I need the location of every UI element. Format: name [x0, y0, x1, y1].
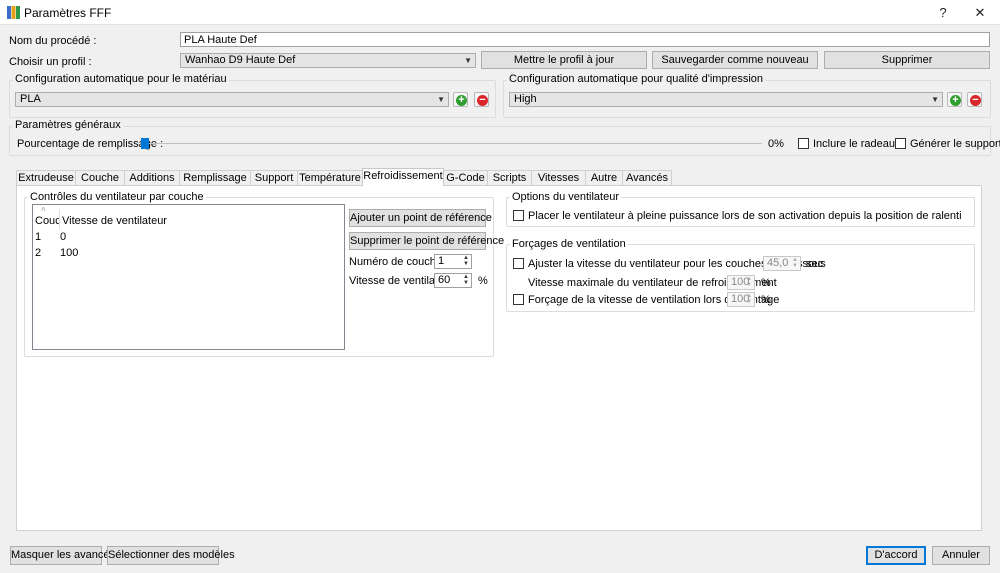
- spin-arrows-icon[interactable]: ▲ ▼: [462, 255, 470, 268]
- raft-label: Inclure le radeau: [813, 138, 895, 150]
- layer-number-label: Numéro de couche: [349, 256, 442, 268]
- full-power-checkbox[interactable]: [513, 210, 524, 221]
- table-cell: 0: [60, 231, 67, 243]
- quality-select[interactable]: High ▼: [509, 92, 943, 107]
- adjust-speed-value: 45,0: [767, 257, 789, 269]
- support-label: Générer le support: [910, 138, 1000, 150]
- cancel-button[interactable]: Annuler: [932, 546, 990, 565]
- remove-material-icon[interactable]: −: [474, 92, 489, 107]
- process-name-input[interactable]: PLA Haute Def: [180, 32, 990, 47]
- title-bar: Paramètres FFF ? ✕: [0, 0, 1000, 25]
- quality-group-title: Configuration automatique pour qualité d…: [507, 73, 766, 85]
- adjust-speed-unit: sec: [806, 258, 824, 270]
- bridge-speed-spinbox[interactable]: 100 ▲ ▼: [727, 292, 755, 307]
- update-profile-button[interactable]: Mettre le profil à jour: [481, 51, 647, 69]
- table-cell: 100: [60, 247, 79, 259]
- table-header-fan-speed[interactable]: Vitesse de ventilateur: [62, 215, 167, 227]
- tab-temperature[interactable]: Température: [297, 170, 363, 185]
- fan-speed-value: 60: [438, 274, 451, 286]
- fan-overrides-title: Forçages de ventilation: [510, 238, 628, 250]
- help-button[interactable]: ?: [923, 0, 963, 25]
- hide-advanced-button[interactable]: Masquer les avancés: [10, 546, 115, 565]
- spin-arrows-icon[interactable]: ▲ ▼: [462, 274, 470, 287]
- general-group-title: Paramètres généraux: [13, 119, 123, 131]
- material-select-value: PLA: [20, 93, 41, 105]
- spin-arrows-icon[interactable]: ▲ ▼: [745, 293, 753, 306]
- profile-select[interactable]: Wanhao D9 Haute Def ▼: [180, 53, 476, 68]
- table-row[interactable]: 1 0: [33, 231, 344, 247]
- material-select[interactable]: PLA ▼: [15, 92, 449, 107]
- tab-infill[interactable]: Remplissage: [179, 170, 251, 185]
- remove-reference-point-button[interactable]: Supprimer le point de référence: [349, 232, 504, 250]
- spin-arrows-icon[interactable]: ▲ ▼: [745, 276, 753, 289]
- spin-arrows-icon[interactable]: ▲ ▼: [791, 257, 799, 270]
- adjust-speed-spinbox[interactable]: 45,0 ▲ ▼: [763, 256, 801, 271]
- support-checkbox[interactable]: [895, 138, 906, 149]
- infill-slider-handle[interactable]: [141, 138, 149, 149]
- infill-value: 0%: [768, 138, 784, 150]
- material-group-title: Configuration automatique pour le matéri…: [13, 73, 229, 85]
- max-speed-unit: %: [761, 277, 771, 289]
- fan-speed-table[interactable]: Couc Vitesse de ventilateur ˄ 1 0 2 100: [32, 204, 345, 350]
- quality-select-value: High: [514, 93, 537, 105]
- full-power-label: Placer le ventilateur à pleine puissance…: [528, 210, 962, 222]
- chevron-down-icon: ▼: [931, 95, 939, 104]
- tab-advanced[interactable]: Avancés: [622, 170, 672, 185]
- close-button[interactable]: ✕: [960, 0, 1000, 25]
- chevron-down-icon: ▼: [464, 56, 472, 65]
- app-logo-icon: [7, 6, 20, 19]
- chevron-down-icon: ▼: [437, 95, 445, 104]
- fan-control-title: Contrôles du ventilateur par couche: [28, 191, 206, 203]
- layer-number-spinbox[interactable]: 1 ▲ ▼: [434, 254, 472, 269]
- fan-options-title: Options du ventilateur: [510, 191, 622, 203]
- process-name-label: Nom du procédé :: [9, 35, 97, 47]
- tab-scripts[interactable]: Scripts: [487, 170, 532, 185]
- table-header-layer[interactable]: Couc: [35, 215, 61, 227]
- save-as-new-button[interactable]: Sauvegarder comme nouveau: [652, 51, 818, 69]
- bridge-checkbox[interactable]: [513, 294, 524, 305]
- fan-speed-unit: %: [478, 275, 488, 287]
- window-title: Paramètres FFF: [24, 6, 112, 20]
- max-speed-spinbox[interactable]: 100 ▲ ▼: [727, 275, 755, 290]
- tab-gcode[interactable]: G-Code: [443, 170, 488, 185]
- tab-cooling[interactable]: Refroidissement: [362, 168, 444, 186]
- profile-label: Choisir un profil :: [9, 56, 92, 68]
- raft-checkbox[interactable]: [798, 138, 809, 149]
- profile-select-value: Wanhao D9 Haute Def: [185, 54, 296, 66]
- tab-extruder[interactable]: Extrudeuse: [16, 170, 76, 185]
- tab-support[interactable]: Support: [250, 170, 298, 185]
- table-cell: 1: [35, 231, 42, 243]
- sort-indicator-icon: ˄: [41, 205, 46, 214]
- tab-layer[interactable]: Couche: [75, 170, 125, 185]
- layer-number-value: 1: [438, 255, 445, 267]
- select-models-button[interactable]: Sélectionner des modèles: [107, 546, 235, 565]
- tab-other[interactable]: Autre: [585, 170, 623, 185]
- table-row[interactable]: 2 100: [33, 247, 344, 263]
- fan-speed-spinbox[interactable]: 60 ▲ ▼: [434, 273, 472, 288]
- ok-button[interactable]: D'accord: [866, 546, 926, 565]
- add-quality-icon[interactable]: +: [947, 92, 962, 107]
- add-reference-point-button[interactable]: Ajouter un point de référence: [349, 209, 492, 227]
- table-cell: 2: [35, 247, 42, 259]
- tab-additions[interactable]: Additions: [124, 170, 180, 185]
- adjust-speed-checkbox[interactable]: [513, 258, 524, 269]
- column-divider: [59, 209, 60, 229]
- delete-profile-button[interactable]: Supprimer: [824, 51, 990, 69]
- tab-speeds[interactable]: Vitesses: [531, 170, 586, 185]
- infill-slider-track[interactable]: [145, 143, 762, 144]
- remove-quality-icon[interactable]: −: [967, 92, 982, 107]
- bridge-speed-unit: %: [761, 294, 771, 306]
- add-material-icon[interactable]: +: [453, 92, 468, 107]
